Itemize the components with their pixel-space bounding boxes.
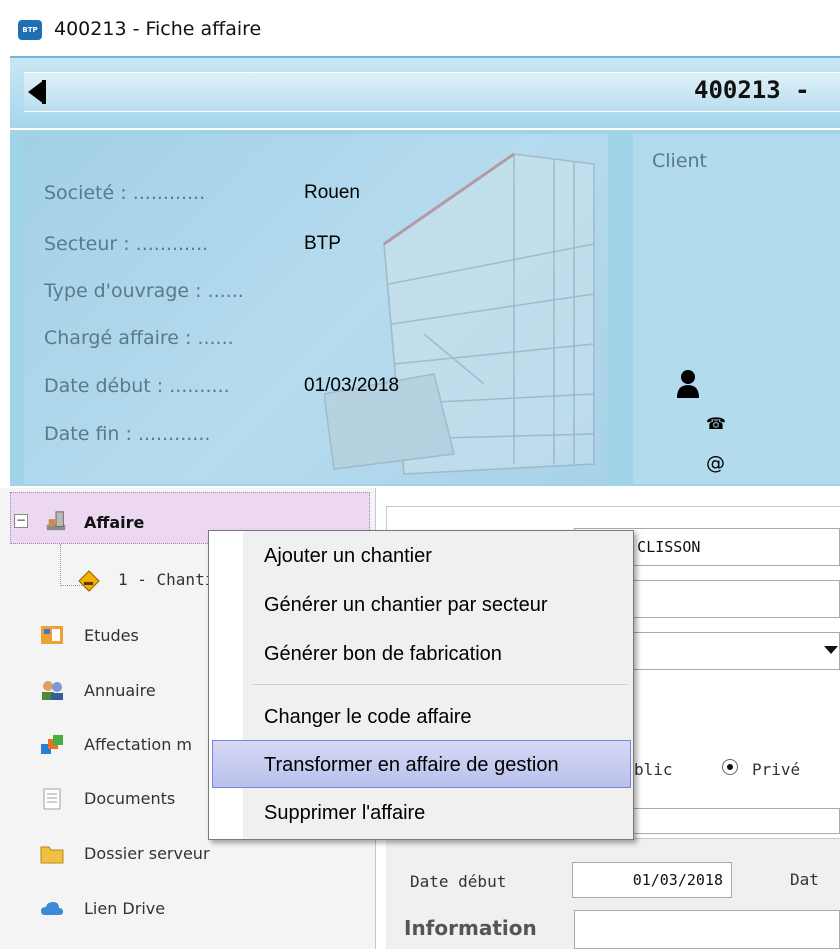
date-debut-label: Date début — [410, 872, 507, 891]
app-icon: BTP — [18, 20, 42, 40]
menu-item-generer-bon-fabrication[interactable]: Générer bon de fabrication — [264, 643, 502, 666]
secteur-label: Secteur : ............ — [44, 233, 209, 255]
affaire-building-icon — [46, 511, 66, 531]
menu-item-generer-chantier-secteur[interactable]: Générer un chantier par secteur — [264, 594, 548, 617]
tree-item-annuaire[interactable]: Annuaire — [84, 681, 156, 700]
menu-separator — [252, 684, 628, 685]
client-label: Client — [652, 150, 708, 172]
window-titlebar: BTP 400213 - Fiche affaire — [0, 0, 840, 56]
date-fin-info-label: Date fin : ............ — [44, 423, 211, 445]
window-title: 400213 - Fiche affaire — [54, 18, 262, 40]
person-icon — [677, 370, 699, 398]
type-ouvrage-label: Type d'ouvrage : ...... — [44, 280, 244, 302]
menu-item-supprimer[interactable]: Supprimer l'affaire — [264, 802, 425, 825]
charge-affaire-label: Chargé affaire : ...... — [44, 327, 234, 349]
back-arrow-bar — [42, 80, 46, 104]
radio-prive-label[interactable]: Privé — [752, 760, 800, 779]
menu-item-transformer-gestion[interactable]: Transformer en affaire de gestion — [264, 754, 559, 777]
societe-value: Rouen — [304, 182, 360, 203]
context-menu-gutter — [209, 531, 243, 839]
information-textarea[interactable] — [574, 910, 840, 949]
tree-collapse-toggle[interactable]: − — [14, 514, 28, 528]
date-debut-info-label: Date début : .......... — [44, 375, 230, 397]
documents-icon — [43, 788, 61, 810]
tree-item-lien-drive[interactable]: Lien Drive — [84, 899, 165, 918]
radio-prive-selected-dot — [727, 764, 733, 770]
date-debut-info-value: 01/03/2018 — [304, 375, 400, 396]
chantier-warning-icon — [78, 570, 100, 592]
secteur-value: BTP — [304, 233, 341, 254]
header-affaire-code: 400213 - — [694, 76, 810, 104]
affectation-icon — [41, 735, 63, 754]
tree-chantier-label[interactable]: 1 - Chanti — [118, 570, 214, 589]
tree-item-dossier-serveur[interactable]: Dossier serveur — [84, 844, 210, 863]
date-fin-label: Dat — [790, 870, 819, 889]
radio-public-label[interactable]: blic — [634, 760, 673, 779]
tree-affaire-label[interactable]: Affaire — [84, 513, 144, 532]
tree-item-documents[interactable]: Documents — [84, 789, 175, 808]
societe-label: Societé : ............ — [44, 182, 206, 204]
information-label: Information — [404, 916, 537, 940]
email-icon: @ — [706, 452, 725, 474]
cloud-icon — [41, 902, 63, 915]
client-panel — [633, 134, 840, 484]
tree-item-affectation[interactable]: Affectation m — [84, 735, 192, 754]
etudes-icon — [41, 626, 63, 644]
folder-icon — [40, 846, 64, 864]
context-menu — [208, 530, 634, 840]
date-debut-input[interactable]: 01/03/2018 — [572, 862, 732, 898]
chevron-down-icon[interactable] — [824, 646, 838, 654]
menu-item-changer-code[interactable]: Changer le code affaire — [264, 706, 472, 729]
annuaire-icon — [42, 681, 63, 700]
building-illustration-icon — [324, 152, 595, 475]
tree-item-etudes[interactable]: Etudes — [84, 626, 139, 645]
menu-item-ajouter-chantier[interactable]: Ajouter un chantier — [264, 545, 432, 568]
phone-icon: ☎ — [706, 414, 726, 433]
